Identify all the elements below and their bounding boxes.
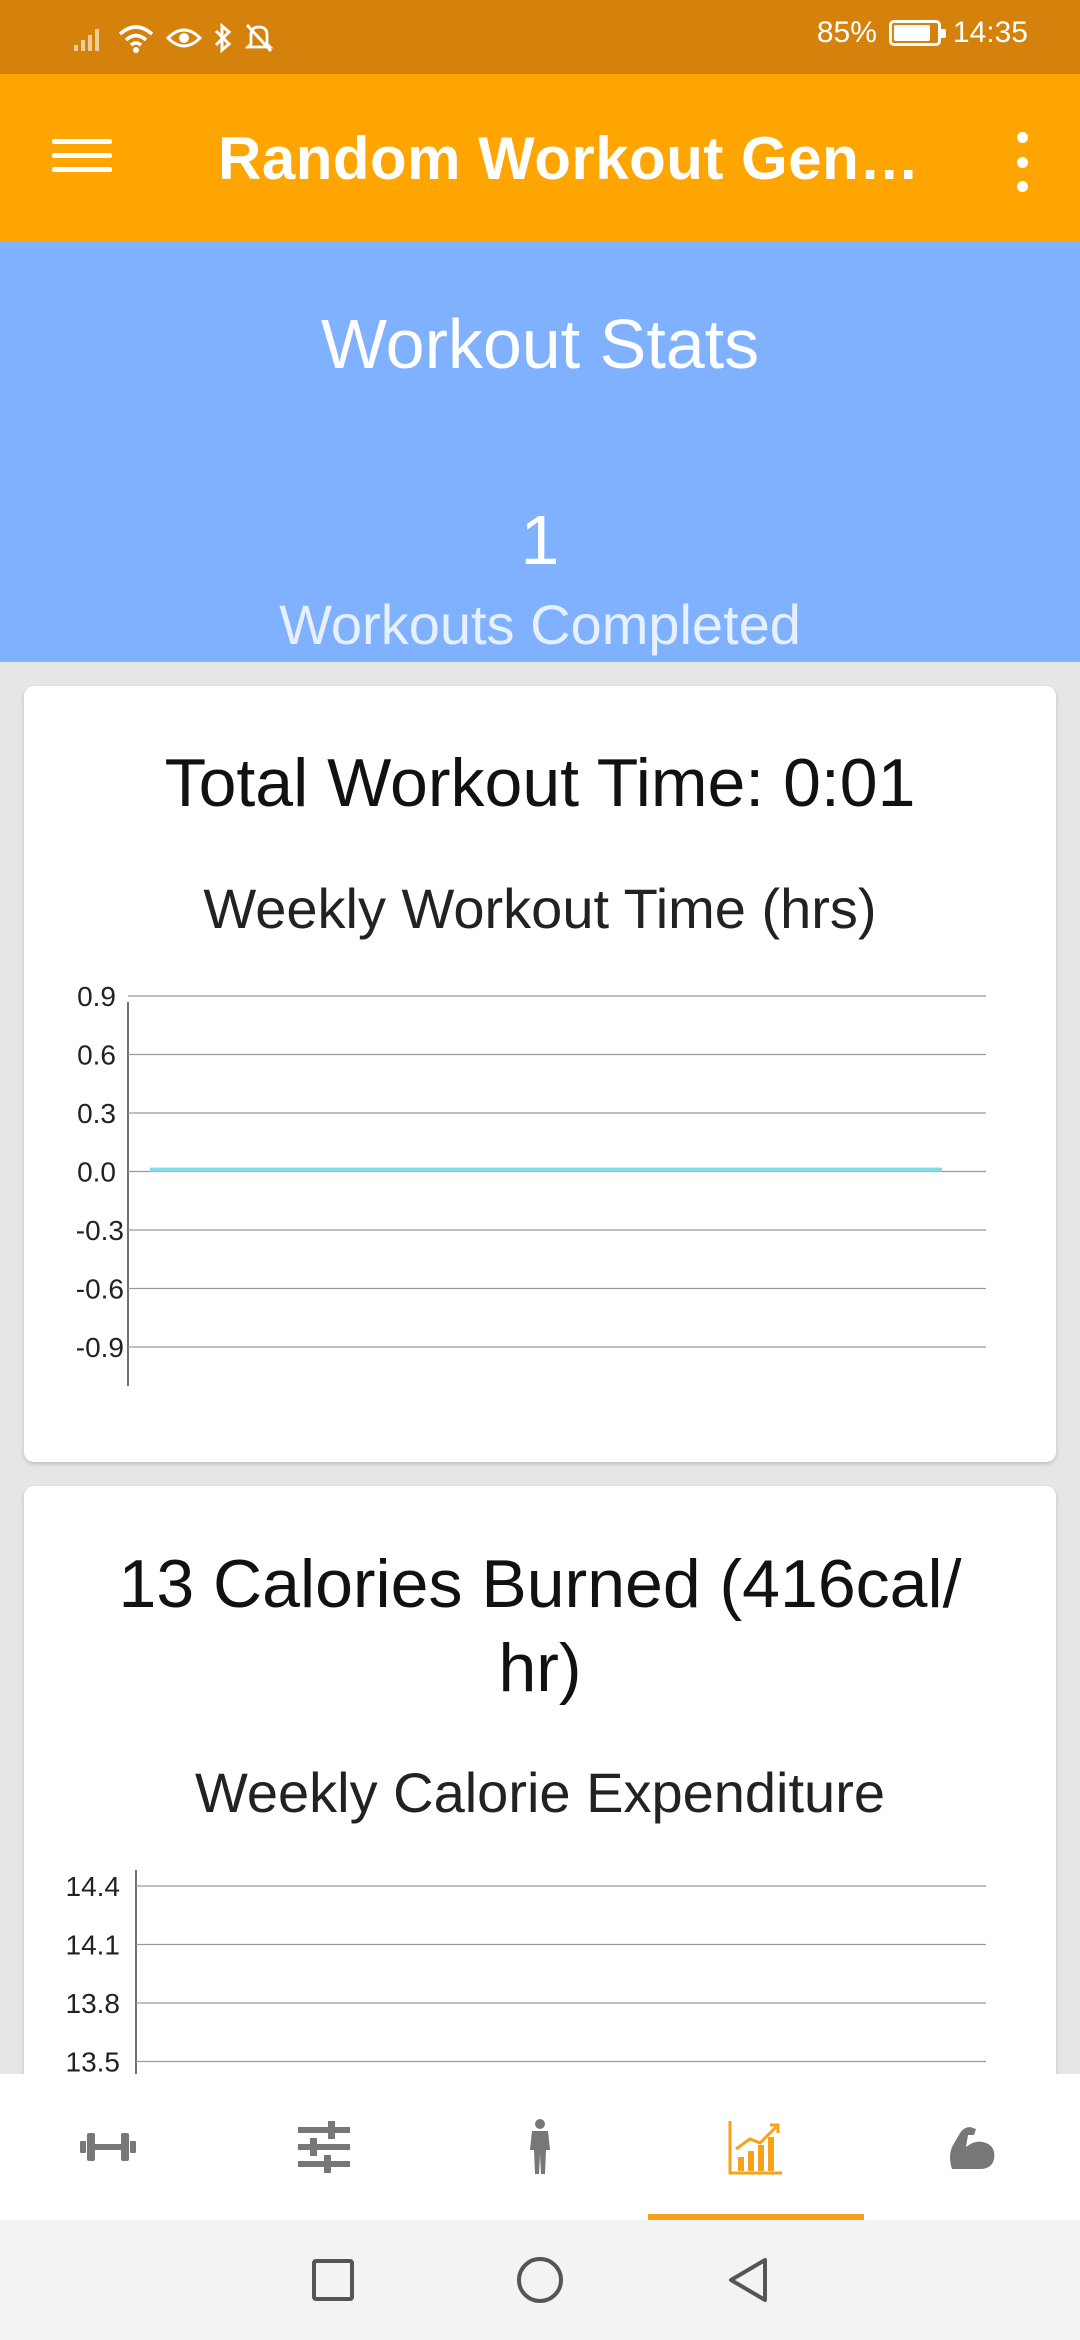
dumbbell-icon [80,2133,136,2161]
nav-body[interactable] [432,2074,648,2220]
y-tick-label: 14.1 [66,1930,121,1961]
y-tick-label: -0.3 [76,1215,124,1246]
body-icon [530,2119,550,2174]
nav-settings[interactable] [216,2074,432,2220]
wifi-icon [118,25,154,53]
eye-icon [166,28,202,48]
stats-title: Workout Stats [320,305,760,383]
nav-strength[interactable] [864,2074,1080,2220]
y-tick-label: 14.4 [66,1871,121,1902]
y-tick-label: -0.6 [76,1274,124,1305]
y-tick-label: -0.9 [76,1332,124,1363]
y-tick-label: 0.3 [77,1098,116,1129]
sliders-icon [298,2121,350,2173]
workout-time-card: Total Workout Time: 0:01 Weekly Workout … [24,686,1056,1462]
y-tick-label: 0.6 [77,1040,116,1071]
workouts-count-label: Workouts Completed [279,593,801,656]
stats-header: Workout Stats 1 Workouts Completed [0,242,1080,662]
nav-workout[interactable] [0,2074,216,2220]
back-icon[interactable] [725,2256,769,2304]
flexed-arm-icon [950,2127,995,2169]
status-icons [72,18,274,58]
nav-stats[interactable] [648,2074,864,2220]
bottom-nav [0,2074,1080,2220]
clock: 14:35 [952,16,1028,49]
app-bar: Random Workout Gen… [0,74,1080,242]
battery-percent: 85% [816,16,877,49]
workouts-count: 1 [520,501,560,579]
y-tick-label: 13.5 [66,2047,121,2078]
y-tick-label: 0.0 [77,1157,116,1188]
battery-icon [888,20,946,46]
y-tick-label: 13.8 [66,1988,121,2019]
status-right: 85% 14:35 [817,16,1028,50]
status-bar: 85% 14:35 [0,0,1080,74]
bell-off-icon [244,23,274,53]
menu-icon[interactable] [52,130,112,186]
recent-apps-icon[interactable] [311,2258,355,2302]
home-icon[interactable] [515,2255,565,2305]
workout-time-chart: 0.90.60.30.0-0.3-0.6-0.924/10/202024/10/… [76,981,986,1386]
battery-level-fill [893,25,930,41]
more-vert-icon[interactable] [1010,132,1034,192]
stats-chart-icon [728,2121,782,2175]
signal-icon [74,29,99,51]
system-nav-bar [0,2220,1080,2340]
app-title: Random Workout Gen… [218,125,920,192]
y-tick-label: 0.9 [77,981,116,1012]
bluetooth-icon [214,22,232,54]
